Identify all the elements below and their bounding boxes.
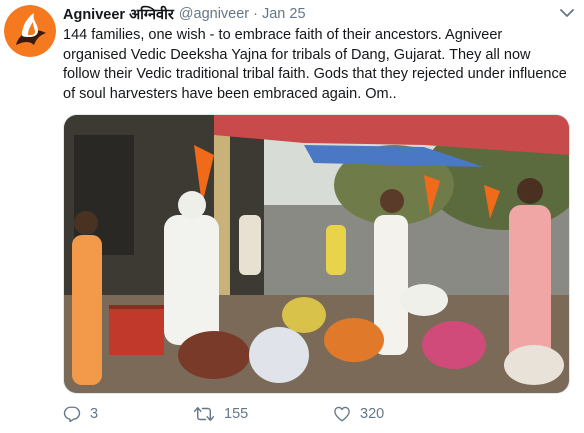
- retweet-count: 155: [224, 406, 249, 422]
- tweet-media-photo[interactable]: [63, 114, 570, 394]
- retweet-button[interactable]: 155: [193, 404, 248, 424]
- header-separator: ·: [253, 6, 258, 22]
- photo-image: [64, 115, 569, 393]
- tweet-date[interactable]: Jan 25: [262, 6, 306, 22]
- heart-icon: [334, 406, 350, 422]
- tweet-actions: 3 155 320: [63, 404, 463, 424]
- reply-count: 3: [90, 406, 99, 422]
- reply-icon: [63, 406, 81, 423]
- author-handle[interactable]: @agniveer: [179, 6, 249, 22]
- author-name[interactable]: Agniveer अग्निवीर: [63, 4, 174, 24]
- tweet-text: 144 families, one wish - to embrace fait…: [63, 27, 567, 102]
- tweet-card: Agniveer अग्निवीर @agniveer · Jan 25 144…: [0, 0, 584, 433]
- like-count: 320: [360, 406, 385, 422]
- chevron-down-icon: [560, 8, 574, 17]
- like-button[interactable]: 320: [333, 404, 384, 424]
- reply-button[interactable]: 3: [63, 404, 98, 424]
- avatar[interactable]: [4, 5, 56, 57]
- more-options-button[interactable]: [558, 6, 576, 20]
- retweet-icon: [193, 407, 215, 421]
- tweet-header: Agniveer अग्निवीर @agniveer · Jan 25: [63, 4, 306, 24]
